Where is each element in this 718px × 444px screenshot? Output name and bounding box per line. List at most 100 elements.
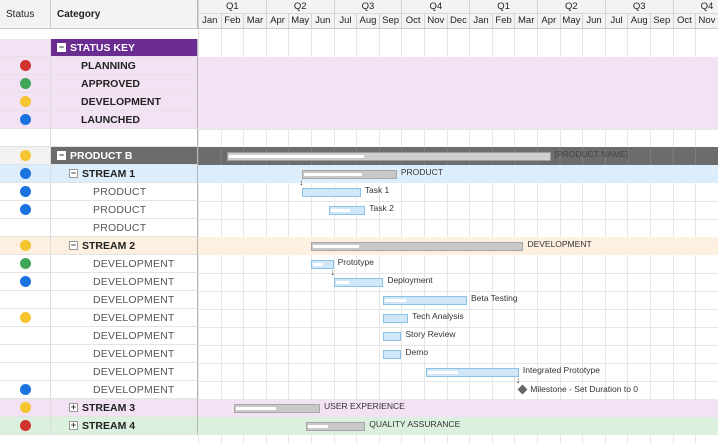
- gantt-bar[interactable]: [383, 350, 402, 359]
- status-blue-dot-icon[interactable]: [20, 384, 31, 395]
- task-row[interactable]: DEVELOPMENT Deployment: [0, 273, 718, 291]
- expand-icon[interactable]: +: [69, 421, 78, 430]
- status-cell[interactable]: [0, 363, 51, 381]
- status-cell[interactable]: [0, 57, 51, 75]
- category-cell[interactable]: LAUNCHED: [51, 111, 198, 129]
- category-cell[interactable]: + STREAM 3: [51, 399, 198, 417]
- status-cell[interactable]: [0, 39, 51, 57]
- task-row[interactable]: DEVELOPMENT Tech Analysis: [0, 309, 718, 327]
- status-red-dot-icon[interactable]: [20, 60, 31, 71]
- milestone-diamond-icon[interactable]: [517, 384, 528, 395]
- expand-icon[interactable]: +: [69, 403, 78, 412]
- task-row[interactable]: PLANNING: [0, 57, 718, 75]
- category-cell[interactable]: − PRODUCT B: [51, 147, 198, 165]
- status-cell[interactable]: [0, 399, 51, 417]
- section-row[interactable]: − PRODUCT B [PRODUCT NAME]: [0, 147, 718, 165]
- status-cell[interactable]: [0, 273, 51, 291]
- status-yellow-dot-icon[interactable]: [20, 240, 31, 251]
- status-yellow-dot-icon[interactable]: [20, 312, 31, 323]
- category-cell[interactable]: − STREAM 1: [51, 165, 198, 183]
- gantt-bar[interactable]: [383, 296, 467, 305]
- status-cell[interactable]: [0, 327, 51, 345]
- category-column-header[interactable]: Category: [51, 0, 198, 29]
- gantt-bar[interactable]: [234, 404, 321, 413]
- gantt-bar[interactable]: [383, 332, 402, 341]
- category-cell[interactable]: PRODUCT: [51, 219, 198, 237]
- collapse-icon[interactable]: −: [69, 169, 78, 178]
- category-cell[interactable]: APPROVED: [51, 75, 198, 93]
- stream-row[interactable]: − STREAM 1 PRODUCT: [0, 165, 718, 183]
- gantt-bar[interactable]: [311, 242, 524, 251]
- category-cell[interactable]: − STATUS KEY: [51, 39, 198, 57]
- gantt-bar[interactable]: [383, 314, 409, 323]
- gantt-bar[interactable]: [227, 152, 551, 161]
- task-row[interactable]: [0, 129, 718, 147]
- task-row[interactable]: APPROVED: [0, 75, 718, 93]
- stream-row[interactable]: − STREAM 2 DEVELOPMENT: [0, 237, 718, 255]
- category-cell[interactable]: DEVELOPMENT: [51, 345, 198, 363]
- stream-row[interactable]: + STREAM 3 USER EXPERIENCE: [0, 399, 718, 417]
- gantt-bar[interactable]: [306, 422, 366, 431]
- task-row[interactable]: PRODUCT Task 2: [0, 201, 718, 219]
- status-yellow-dot-icon[interactable]: [20, 150, 31, 161]
- gantt-bar[interactable]: [301, 170, 397, 179]
- status-cell[interactable]: [0, 93, 51, 111]
- status-cell[interactable]: [0, 417, 51, 435]
- status-yellow-dot-icon[interactable]: [20, 402, 31, 413]
- status-column-header[interactable]: Status: [0, 0, 51, 29]
- task-row[interactable]: DEVELOPMENT Milestone - Set Duration to 0: [0, 381, 718, 399]
- status-cell[interactable]: [0, 255, 51, 273]
- collapse-icon[interactable]: −: [69, 241, 78, 250]
- collapse-icon[interactable]: −: [57, 43, 66, 52]
- status-green-dot-icon[interactable]: [20, 258, 31, 269]
- status-blue-dot-icon[interactable]: [20, 114, 31, 125]
- gantt-bar[interactable]: [329, 206, 366, 215]
- section-row[interactable]: − STATUS KEY: [0, 39, 718, 57]
- category-cell[interactable]: PRODUCT: [51, 201, 198, 219]
- category-cell[interactable]: PLANNING: [51, 57, 198, 75]
- task-row[interactable]: DEVELOPMENT Beta Testing: [0, 291, 718, 309]
- status-cell[interactable]: [0, 291, 51, 309]
- task-row[interactable]: PRODUCT: [0, 219, 718, 237]
- stream-row[interactable]: + STREAM 4 QUALITY ASSURANCE: [0, 417, 718, 435]
- category-cell[interactable]: DEVELOPMENT: [51, 309, 198, 327]
- status-cell[interactable]: [0, 111, 51, 129]
- gantt-bar[interactable]: [301, 188, 361, 197]
- task-row[interactable]: DEVELOPMENT Integrated Prototype: [0, 363, 718, 381]
- category-cell[interactable]: DEVELOPMENT: [51, 291, 198, 309]
- collapse-icon[interactable]: −: [57, 151, 66, 160]
- category-cell[interactable]: DEVELOPMENT: [51, 381, 198, 399]
- task-row[interactable]: PRODUCT Task 1: [0, 183, 718, 201]
- category-cell[interactable]: + STREAM 4: [51, 417, 198, 435]
- status-cell[interactable]: [0, 345, 51, 363]
- status-yellow-dot-icon[interactable]: [20, 96, 31, 107]
- category-cell[interactable]: DEVELOPMENT: [51, 273, 198, 291]
- category-cell[interactable]: PRODUCT: [51, 183, 198, 201]
- status-cell[interactable]: [0, 75, 51, 93]
- task-row[interactable]: DEVELOPMENT: [0, 93, 718, 111]
- gantt-bar[interactable]: [426, 368, 519, 377]
- task-row[interactable]: DEVELOPMENT Story Review: [0, 327, 718, 345]
- status-cell[interactable]: [0, 165, 51, 183]
- category-cell[interactable]: DEVELOPMENT: [51, 327, 198, 345]
- status-blue-dot-icon[interactable]: [20, 186, 31, 197]
- category-cell[interactable]: − STREAM 2: [51, 237, 198, 255]
- status-blue-dot-icon[interactable]: [20, 168, 31, 179]
- status-cell[interactable]: [0, 129, 51, 147]
- task-row[interactable]: DEVELOPMENT Demo: [0, 345, 718, 363]
- task-row[interactable]: DEVELOPMENT Prototype: [0, 255, 718, 273]
- status-cell[interactable]: [0, 201, 51, 219]
- category-cell[interactable]: DEVELOPMENT: [51, 363, 198, 381]
- status-cell[interactable]: [0, 309, 51, 327]
- status-blue-dot-icon[interactable]: [20, 204, 31, 215]
- gantt-bar[interactable]: [333, 278, 384, 287]
- status-red-dot-icon[interactable]: [20, 420, 31, 431]
- task-row[interactable]: LAUNCHED: [0, 111, 718, 129]
- status-cell[interactable]: [0, 381, 51, 399]
- category-cell[interactable]: DEVELOPMENT: [51, 255, 198, 273]
- status-green-dot-icon[interactable]: [20, 78, 31, 89]
- category-cell[interactable]: [51, 129, 198, 147]
- category-cell[interactable]: DEVELOPMENT: [51, 93, 198, 111]
- status-blue-dot-icon[interactable]: [20, 276, 31, 287]
- status-cell[interactable]: [0, 183, 51, 201]
